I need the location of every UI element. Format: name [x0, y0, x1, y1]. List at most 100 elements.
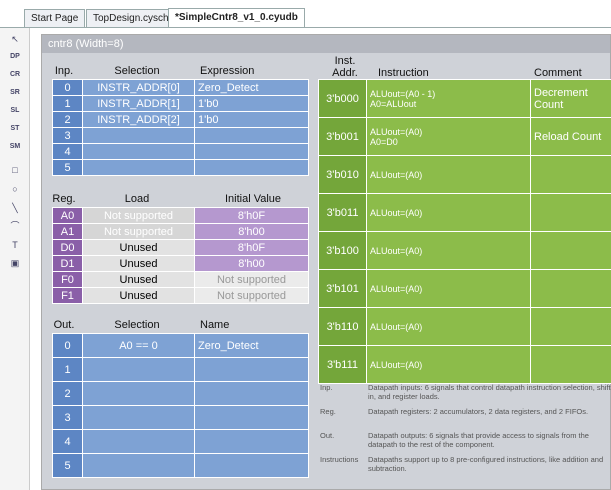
instruction-comment-cell[interactable] — [530, 193, 611, 232]
instruction-address: 3'b100 — [318, 231, 367, 270]
st-icon[interactable]: ST — [6, 119, 24, 137]
output-selection-cell[interactable] — [82, 357, 195, 382]
tool-palette: ↖ DP CR SR SL ST SM □ ○ ╲ ⌒ T ▣ — [0, 28, 30, 490]
input-expression-cell[interactable]: 1'b0 — [194, 111, 309, 128]
instruction-comment-cell[interactable] — [530, 345, 611, 384]
register-initial-value-cell[interactable]: 8'h00 — [194, 255, 309, 272]
cr-icon[interactable]: CR — [6, 65, 24, 83]
input-selection-cell[interactable] — [82, 159, 195, 176]
instructions-header-instruction: Instruction — [378, 67, 429, 79]
note-key: Instructions — [320, 455, 359, 464]
tab-start-page[interactable]: Start Page — [24, 9, 86, 27]
note-item: Instructions Datapaths support up to 8 pr… — [318, 455, 611, 473]
sl-icon[interactable]: SL — [6, 101, 24, 119]
arc-icon[interactable]: ⌒ — [6, 217, 24, 235]
instruction-cell[interactable]: ALUout=(A0) — [366, 155, 531, 194]
register-initial-value-cell[interactable]: Not supported — [194, 271, 309, 288]
instruction-comment-cell[interactable] — [530, 307, 611, 346]
input-selection-cell[interactable]: INSTR_ADDR[1] — [82, 95, 195, 112]
output-selection-cell[interactable]: A0 == 0 — [82, 333, 195, 358]
instruction-cell[interactable]: ALUout=(A0) — [366, 193, 531, 232]
instruction-row: 3'b111 ALUout=(A0) — [318, 345, 611, 384]
panel-title: cntr8 (Width=8) — [42, 35, 610, 53]
register-initial-value-cell[interactable]: 8'h0F — [194, 239, 309, 256]
input-selection-cell[interactable] — [82, 127, 195, 144]
register-initial-value-cell[interactable]: 8'h0F — [194, 207, 309, 224]
instruction-comment-cell[interactable] — [530, 231, 611, 270]
register-load-cell[interactable]: Not supported — [82, 223, 195, 240]
input-expression-cell[interactable] — [194, 143, 309, 160]
design-canvas: cntr8 (Width=8) Inp. Selection Expressio… — [31, 28, 611, 490]
line-icon[interactable]: ╲ — [6, 199, 24, 217]
register-row: F1 Unused Not supported — [52, 287, 309, 304]
instructions-table: 3'b000 ALUout=(A0 - 1) A0=ALUout Decrement… — [318, 79, 611, 384]
sm-icon[interactable]: SM — [6, 137, 24, 155]
register-name: F0 — [52, 271, 83, 288]
sr-icon[interactable]: SR — [6, 83, 24, 101]
instruction-cell[interactable]: ALUout=(A0) — [366, 345, 531, 384]
input-selection-cell[interactable] — [82, 143, 195, 160]
instructions-header-addr: Inst. Addr. — [332, 55, 358, 79]
output-name-cell[interactable] — [194, 381, 309, 406]
output-name-cell[interactable] — [194, 429, 309, 454]
dp-icon[interactable]: DP — [6, 47, 24, 65]
text-icon[interactable]: T — [6, 236, 24, 254]
instruction-cell[interactable]: ALUout=(A0) — [366, 231, 531, 270]
input-selection-cell[interactable]: INSTR_ADDR[2] — [82, 111, 195, 128]
register-load-cell[interactable]: Not supported — [82, 207, 195, 224]
instruction-address: 3'b010 — [318, 155, 367, 194]
instruction-comment-cell[interactable] — [530, 155, 611, 194]
output-selection-cell[interactable] — [82, 429, 195, 454]
instruction-cell[interactable]: ALUout=(A0) A0=D0 — [366, 117, 531, 156]
output-name-cell[interactable]: Zero_Detect — [194, 333, 309, 358]
register-load-cell[interactable]: Unused — [82, 255, 195, 272]
rectangle-icon[interactable]: □ — [6, 161, 24, 179]
output-name-cell[interactable] — [194, 405, 309, 430]
instruction-cell[interactable]: ALUout=(A0 - 1) A0=ALUout — [366, 79, 531, 118]
register-load-cell[interactable]: Unused — [82, 287, 195, 304]
instruction-cell[interactable]: ALUout=(A0) — [366, 269, 531, 308]
input-selection-cell[interactable]: INSTR_ADDR[0] — [82, 79, 195, 96]
image-icon[interactable]: ▣ — [6, 254, 24, 272]
input-expression-cell[interactable]: 1'b0 — [194, 95, 309, 112]
registers-header-initial: Initial Value — [224, 193, 282, 205]
note-key: Inp. — [320, 383, 333, 392]
registers-table: A0 Not supported 8'h0F A1 Not supported 8'h00… — [52, 207, 309, 304]
register-initial-value-cell[interactable]: 8'h00 — [194, 223, 309, 240]
instruction-cell[interactable]: ALUout=(A0) — [366, 307, 531, 346]
pointer-icon[interactable]: ↖ — [6, 30, 24, 48]
register-row: A1 Not supported 8'h00 — [52, 223, 309, 240]
registers-header-load: Load — [124, 193, 150, 205]
register-load-cell[interactable]: Unused — [82, 239, 195, 256]
instruction-address: 3'b101 — [318, 269, 367, 308]
output-name-cell[interactable] — [194, 453, 309, 478]
input-number: 1 — [52, 95, 83, 112]
output-row: 2 — [52, 381, 309, 406]
input-expression-cell[interactable] — [194, 127, 309, 144]
instruction-comment-cell[interactable]: Decrement Count — [530, 79, 611, 118]
instruction-comment-cell[interactable] — [530, 269, 611, 308]
register-initial-value-cell[interactable]: Not supported — [194, 287, 309, 304]
instruction-address: 3'b111 — [318, 345, 367, 384]
register-load-cell[interactable]: Unused — [82, 271, 195, 288]
instruction-row: 3'b010 ALUout=(A0) — [318, 155, 611, 194]
output-selection-cell[interactable] — [82, 381, 195, 406]
register-name: A1 — [52, 223, 83, 240]
note-key: Out. — [320, 431, 335, 440]
tab-topdesign[interactable]: TopDesign.cysch — [86, 9, 176, 27]
input-expression-cell[interactable]: Zero_Detect — [194, 79, 309, 96]
output-selection-cell[interactable] — [82, 453, 195, 478]
input-row: 0 INSTR_ADDR[0] Zero_Detect — [52, 79, 309, 96]
instruction-address: 3'b000 — [318, 79, 367, 118]
register-name: A0 — [52, 207, 83, 224]
tab-simplecntr8[interactable]: *SimpleCntr8_v1_0.cyudb — [168, 8, 305, 28]
output-number: 5 — [52, 453, 83, 478]
ellipse-icon[interactable]: ○ — [6, 180, 24, 198]
instruction-comment-cell[interactable]: Reload Count — [530, 117, 611, 156]
output-number: 4 — [52, 429, 83, 454]
output-row: 3 — [52, 405, 309, 430]
input-expression-cell[interactable] — [194, 159, 309, 176]
output-name-cell[interactable] — [194, 357, 309, 382]
registers-header-num: Reg. — [52, 193, 76, 205]
output-selection-cell[interactable] — [82, 405, 195, 430]
